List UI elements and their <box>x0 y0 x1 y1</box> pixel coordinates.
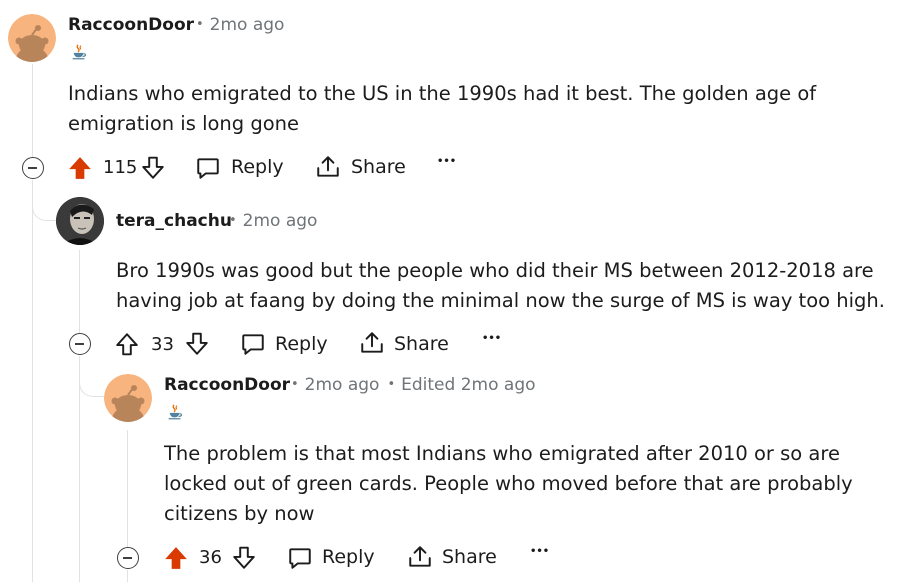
share-label: Share <box>394 333 449 355</box>
comment-meta: • 2mo ago <box>196 15 285 35</box>
thread-line-root <box>32 64 33 158</box>
downvote-icon[interactable] <box>140 155 166 181</box>
downvote-icon[interactable] <box>184 331 210 357</box>
vote-score: 115 <box>103 157 138 178</box>
upvote-icon[interactable] <box>67 155 93 181</box>
reply-bubble-icon <box>195 155 221 181</box>
downvote-icon[interactable] <box>231 545 257 571</box>
thread-connector-reply-2 <box>79 358 104 397</box>
timestamp: 2mo ago <box>304 375 380 395</box>
thread-line-root-lower <box>32 180 33 582</box>
comment-meta: • 2mo ago • Edited 2mo ago <box>291 375 536 395</box>
reply-bubble-icon <box>240 331 266 357</box>
username[interactable]: RaccoonDoor <box>68 15 194 35</box>
avatar[interactable] <box>56 197 104 245</box>
comment-meta: • 2mo ago <box>229 211 318 231</box>
avatar[interactable] <box>8 14 56 62</box>
reply-bubble-icon <box>287 545 313 571</box>
reply-label: Reply <box>275 333 328 355</box>
share-icon <box>359 330 385 356</box>
comment-body: Indians who emigrated to the US in the 1… <box>68 82 817 135</box>
avatar[interactable] <box>104 374 152 422</box>
timestamp: 2mo ago <box>209 15 285 35</box>
username[interactable]: tera_chachu <box>116 211 232 231</box>
reply-label: Reply <box>322 546 375 568</box>
more-options-button[interactable]: ••• <box>437 156 456 167</box>
collapse-button[interactable] <box>22 157 44 179</box>
upvote-icon[interactable] <box>163 545 189 571</box>
java-cup-icon <box>166 403 184 421</box>
share-label: Share <box>351 156 406 178</box>
collapse-button[interactable] <box>117 547 139 569</box>
more-options-button[interactable]: ••• <box>530 546 549 557</box>
more-options-button[interactable]: ••• <box>482 333 501 344</box>
share-icon <box>407 544 433 570</box>
vote-score: 33 <box>151 334 174 355</box>
share-icon <box>315 154 341 180</box>
username[interactable]: RaccoonDoor <box>164 375 290 395</box>
reply-label: Reply <box>231 156 284 178</box>
vote-score: 36 <box>199 547 222 568</box>
comment-body: The problem is that most Indians who emi… <box>164 442 853 525</box>
upvote-icon[interactable] <box>114 331 140 357</box>
collapse-button[interactable] <box>69 333 91 355</box>
edited-label: Edited 2mo ago <box>401 375 536 395</box>
thread-line-reply-2-lower <box>127 570 128 582</box>
thread-line-reply-2 <box>127 430 128 548</box>
thread-connector-reply-1 <box>32 182 57 221</box>
comment-body: Bro 1990s was good but the people who di… <box>116 259 885 312</box>
avatar-portrait-icon <box>56 197 104 245</box>
java-cup-icon <box>70 43 88 61</box>
thread-line-reply-1 <box>79 250 80 334</box>
share-label: Share <box>442 546 497 568</box>
timestamp: 2mo ago <box>242 211 318 231</box>
